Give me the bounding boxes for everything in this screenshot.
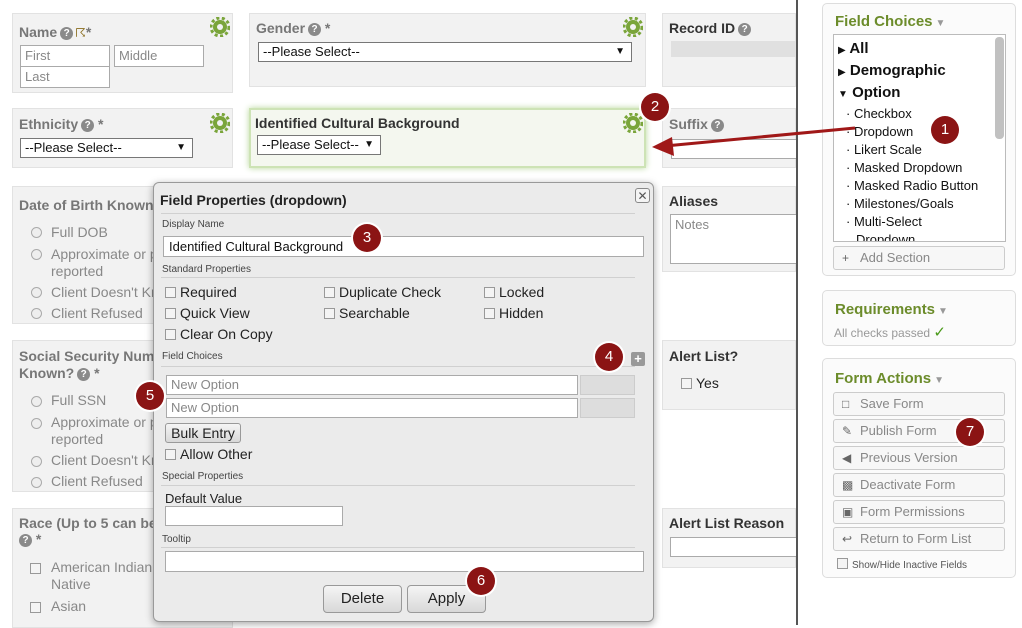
step-badge-2: 2 <box>641 93 669 121</box>
step-badge-6: 6 <box>467 567 495 595</box>
annotation-arrow <box>652 126 856 156</box>
step-badge-1: 1 <box>931 116 959 144</box>
step-badge-3: 3 <box>353 224 381 252</box>
step-badge-4: 4 <box>595 343 623 371</box>
step-badge-7: 7 <box>956 418 984 446</box>
step-badge-5: 5 <box>136 382 164 410</box>
